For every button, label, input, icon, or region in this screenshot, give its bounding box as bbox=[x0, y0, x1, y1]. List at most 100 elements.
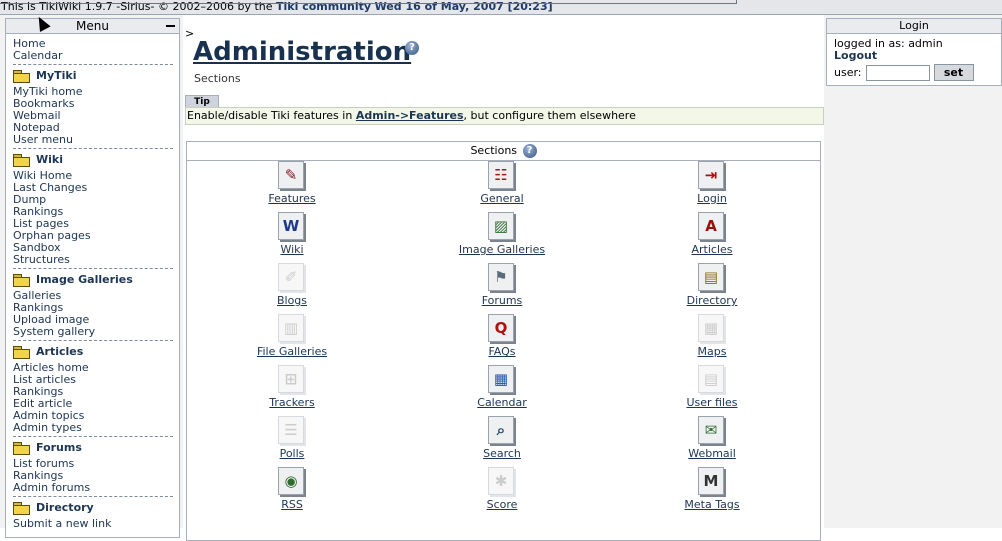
trackers-icon[interactable]: ⊞ bbox=[278, 365, 306, 395]
menu-section-title: Directory bbox=[36, 501, 94, 514]
menu-section-mytiki[interactable]: MyTiki bbox=[13, 69, 179, 83]
icon-glyph: ☷ bbox=[494, 166, 508, 184]
menu-section-title: Image Galleries bbox=[36, 273, 133, 286]
admin-features-link[interactable]: Admin->Features bbox=[356, 109, 464, 122]
section-link[interactable]: RSS bbox=[187, 498, 397, 511]
rss-icon[interactable]: ◉ bbox=[278, 467, 306, 497]
score-icon[interactable]: ✱ bbox=[488, 467, 516, 497]
collapse-icon[interactable] bbox=[166, 21, 175, 27]
menu-section-forums[interactable]: Forums bbox=[13, 441, 179, 455]
polls-icon[interactable]: ☰ bbox=[278, 416, 306, 446]
directory-icon[interactable]: ▤ bbox=[698, 263, 726, 293]
menu-link[interactable]: Admin forums bbox=[13, 482, 179, 494]
user-input[interactable] bbox=[865, 64, 930, 81]
features-icon[interactable]: ✎ bbox=[278, 161, 306, 191]
section-link[interactable]: Meta Tags bbox=[607, 498, 817, 511]
menu-link[interactable]: Admin types bbox=[13, 422, 179, 434]
icon-glyph: ⇥ bbox=[704, 166, 718, 184]
icon-glyph: ☰ bbox=[284, 421, 298, 439]
menu-link[interactable]: Submit a new link bbox=[13, 518, 179, 530]
sections-help-icon[interactable]: ? bbox=[522, 144, 537, 158]
icon-glyph: M bbox=[703, 472, 719, 490]
folder-icon bbox=[13, 274, 30, 287]
menu-section-articles[interactable]: Articles bbox=[13, 345, 179, 359]
sections-grid: ✎ Features ☷ General ⇥ Login W Wiki ▨ Image Galle… bbox=[187, 161, 820, 518]
section-link[interactable]: Search bbox=[397, 447, 607, 460]
menu-link[interactable]: System gallery bbox=[13, 326, 179, 338]
section-link[interactable]: Wiki bbox=[187, 243, 397, 256]
wiki-icon[interactable]: W bbox=[278, 212, 306, 242]
section-link[interactable]: Features bbox=[187, 192, 397, 205]
icon-glyph: ⌕ bbox=[496, 421, 506, 439]
folder-icon bbox=[13, 502, 30, 515]
section-link[interactable]: Articles bbox=[607, 243, 817, 256]
menu-section-title: Articles bbox=[36, 345, 84, 358]
section-item-login: ⇥ Login bbox=[607, 161, 817, 212]
section-item-wiki: W Wiki bbox=[187, 212, 397, 263]
section-link[interactable]: Polls bbox=[187, 447, 397, 460]
icon-glyph: ⚑ bbox=[494, 268, 508, 286]
search-icon[interactable]: ⌕ bbox=[488, 416, 516, 446]
forums-icon[interactable]: ⚑ bbox=[488, 263, 516, 293]
section-link[interactable]: Score bbox=[397, 498, 607, 511]
menu-separator bbox=[13, 340, 173, 341]
section-link[interactable]: General bbox=[397, 192, 607, 205]
section-item-polls: ☰ Polls bbox=[187, 416, 397, 467]
meta-tags-icon[interactable]: M bbox=[698, 467, 726, 497]
icon-glyph: ▨ bbox=[493, 217, 509, 235]
maps-icon[interactable]: ▦ bbox=[698, 314, 726, 344]
faqs-icon[interactable]: Q bbox=[488, 314, 516, 344]
login-icon[interactable]: ⇥ bbox=[698, 161, 726, 191]
section-link[interactable]: User files bbox=[607, 396, 817, 409]
section-link[interactable]: FAQs bbox=[397, 345, 607, 358]
calendar-icon[interactable]: ▦ bbox=[488, 365, 516, 395]
menu-link[interactable]: Structures bbox=[13, 254, 179, 266]
menu-section-image-galleries[interactable]: Image Galleries bbox=[13, 273, 179, 287]
menu-title: Menu bbox=[76, 19, 109, 33]
page-title[interactable]: Administration bbox=[193, 37, 411, 67]
section-item-webmail: ✉ Webmail bbox=[607, 416, 817, 467]
section-item-calendar: ▦ Calendar bbox=[397, 365, 607, 416]
general-icon[interactable]: ☷ bbox=[488, 161, 516, 191]
blogs-icon[interactable]: ✐ bbox=[278, 263, 306, 293]
section-link[interactable]: Image Galleries bbox=[397, 243, 607, 256]
icon-glyph: ▦ bbox=[493, 370, 509, 388]
section-link[interactable]: File Galleries bbox=[187, 345, 397, 358]
file-galleries-icon[interactable]: ▥ bbox=[278, 314, 306, 344]
section-item-faqs: Q FAQs bbox=[397, 314, 607, 365]
menu-separator bbox=[13, 64, 173, 65]
menu-header: Menu bbox=[6, 19, 179, 34]
section-link[interactable]: Webmail bbox=[607, 447, 817, 460]
menu-section-wiki[interactable]: Wiki bbox=[13, 153, 179, 167]
icon-glyph: ▦ bbox=[703, 319, 719, 337]
section-item-file-galleries: ▥ File Galleries bbox=[187, 314, 397, 365]
section-item-meta-tags: M Meta Tags bbox=[607, 467, 817, 518]
section-link[interactable]: Forums bbox=[397, 294, 607, 307]
section-link[interactable]: Directory bbox=[607, 294, 817, 307]
login-body: logged in as: admin Logout user: set bbox=[827, 34, 1001, 81]
image-galleries-icon[interactable]: ▨ bbox=[488, 212, 516, 242]
icon-glyph: W bbox=[282, 217, 300, 235]
section-link[interactable]: Blogs bbox=[187, 294, 397, 307]
logout-link[interactable]: Logout bbox=[834, 49, 877, 62]
section-link[interactable]: Trackers bbox=[187, 396, 397, 409]
help-icon[interactable]: ? bbox=[405, 41, 419, 55]
articles-icon[interactable]: A bbox=[698, 212, 726, 242]
section-link[interactable]: Maps bbox=[607, 345, 817, 358]
user-files-icon[interactable]: ▤ bbox=[698, 365, 726, 395]
menu-section-title: Wiki bbox=[36, 153, 63, 166]
icon-glyph: ⊞ bbox=[284, 370, 298, 388]
set-button[interactable]: set bbox=[933, 64, 974, 81]
section-link[interactable]: Calendar bbox=[397, 396, 607, 409]
icon-glyph: ▥ bbox=[283, 319, 299, 337]
menu-link[interactable]: User menu bbox=[13, 134, 179, 146]
menu-link-calendar[interactable]: Calendar bbox=[13, 50, 179, 62]
menu-section-directory[interactable]: Directory bbox=[13, 501, 179, 515]
webmail-icon[interactable]: ✉ bbox=[698, 416, 726, 446]
login-box: Login logged in as: admin Logout user: s… bbox=[826, 18, 1002, 86]
folder-icon bbox=[13, 70, 30, 83]
section-item-image-galleries: ▨ Image Galleries bbox=[397, 212, 607, 263]
section-item-trackers: ⊞ Trackers bbox=[187, 365, 397, 416]
section-item-rss: ◉ RSS bbox=[187, 467, 397, 518]
section-link[interactable]: Login bbox=[607, 192, 817, 205]
